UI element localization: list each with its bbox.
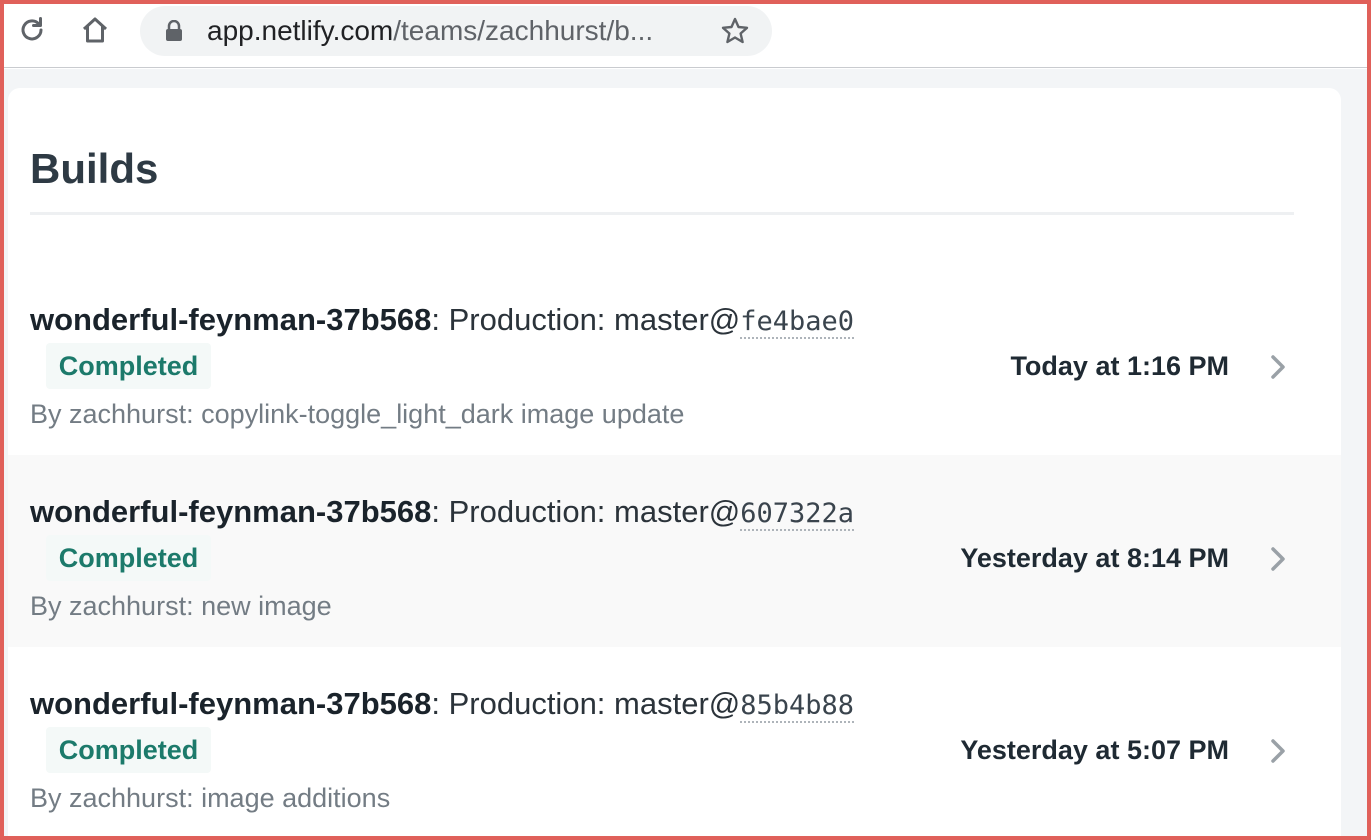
- build-row[interactable]: wonderful-feynman-37b568: Production: ma…: [8, 263, 1341, 455]
- browser-toolbar: app.netlify.com/teams/zachhurst/b...: [0, 0, 1371, 68]
- build-context: : Production: master@: [431, 686, 741, 721]
- lock-icon: [166, 20, 182, 41]
- status-badge: Completed: [46, 343, 211, 389]
- builds-card: Builds wonderful-feynman-37b568: Product…: [8, 88, 1341, 840]
- build-author-message: By zachhurst: copylink-toggle_light_dark…: [30, 399, 685, 429]
- title-divider: [30, 212, 1294, 215]
- build-author-message: By zachhurst: image additions: [30, 783, 391, 813]
- address-bar[interactable]: app.netlify.com/teams/zachhurst/b...: [140, 6, 772, 56]
- build-time: Today at 1:16 PM: [1010, 351, 1229, 381]
- commit-sha-link[interactable]: 607322a: [740, 498, 855, 531]
- build-title: wonderful-feynman-37b568: Production: ma…: [30, 686, 855, 723]
- page-title: Builds: [30, 145, 159, 192]
- chevron-right-icon: [1271, 739, 1285, 763]
- build-row[interactable]: wonderful-feynman-37b568: Production: ma…: [8, 455, 1341, 647]
- build-author-message: By zachhurst: new image: [30, 591, 332, 621]
- build-context: : Production: master@: [431, 494, 741, 529]
- url-host: app.netlify.com: [207, 15, 394, 46]
- status-badge: Completed: [46, 727, 211, 773]
- build-title: wonderful-feynman-37b568: Production: ma…: [30, 302, 855, 339]
- commit-sha-link[interactable]: 85b4b88: [740, 690, 855, 723]
- status-badge: Completed: [46, 535, 211, 581]
- build-time: Yesterday at 8:14 PM: [960, 543, 1229, 573]
- build-site-name: wonderful-feynman-37b568: [30, 686, 432, 721]
- build-row[interactable]: wonderful-feynman-37b568: Production: ma…: [8, 647, 1341, 839]
- chevron-right-icon: [1271, 547, 1285, 571]
- star-icon[interactable]: [720, 16, 750, 46]
- build-context: : Production: master@: [431, 302, 741, 337]
- url-text[interactable]: app.netlify.com/teams/zachhurst/b...: [207, 17, 653, 45]
- home-icon: [82, 17, 108, 43]
- build-site-name: wonderful-feynman-37b568: [30, 494, 432, 529]
- commit-sha-link[interactable]: fe4bae0: [740, 306, 855, 339]
- reload-icon: [21, 17, 43, 41]
- build-site-name: wonderful-feynman-37b568: [30, 302, 432, 337]
- build-title: wonderful-feynman-37b568: Production: ma…: [30, 494, 855, 531]
- build-time: Yesterday at 5:07 PM: [960, 735, 1229, 765]
- home-button[interactable]: [77, 12, 113, 48]
- reload-button[interactable]: [14, 12, 50, 48]
- url-path: /teams/zachhurst/b...: [393, 15, 654, 46]
- chevron-right-icon: [1271, 355, 1285, 379]
